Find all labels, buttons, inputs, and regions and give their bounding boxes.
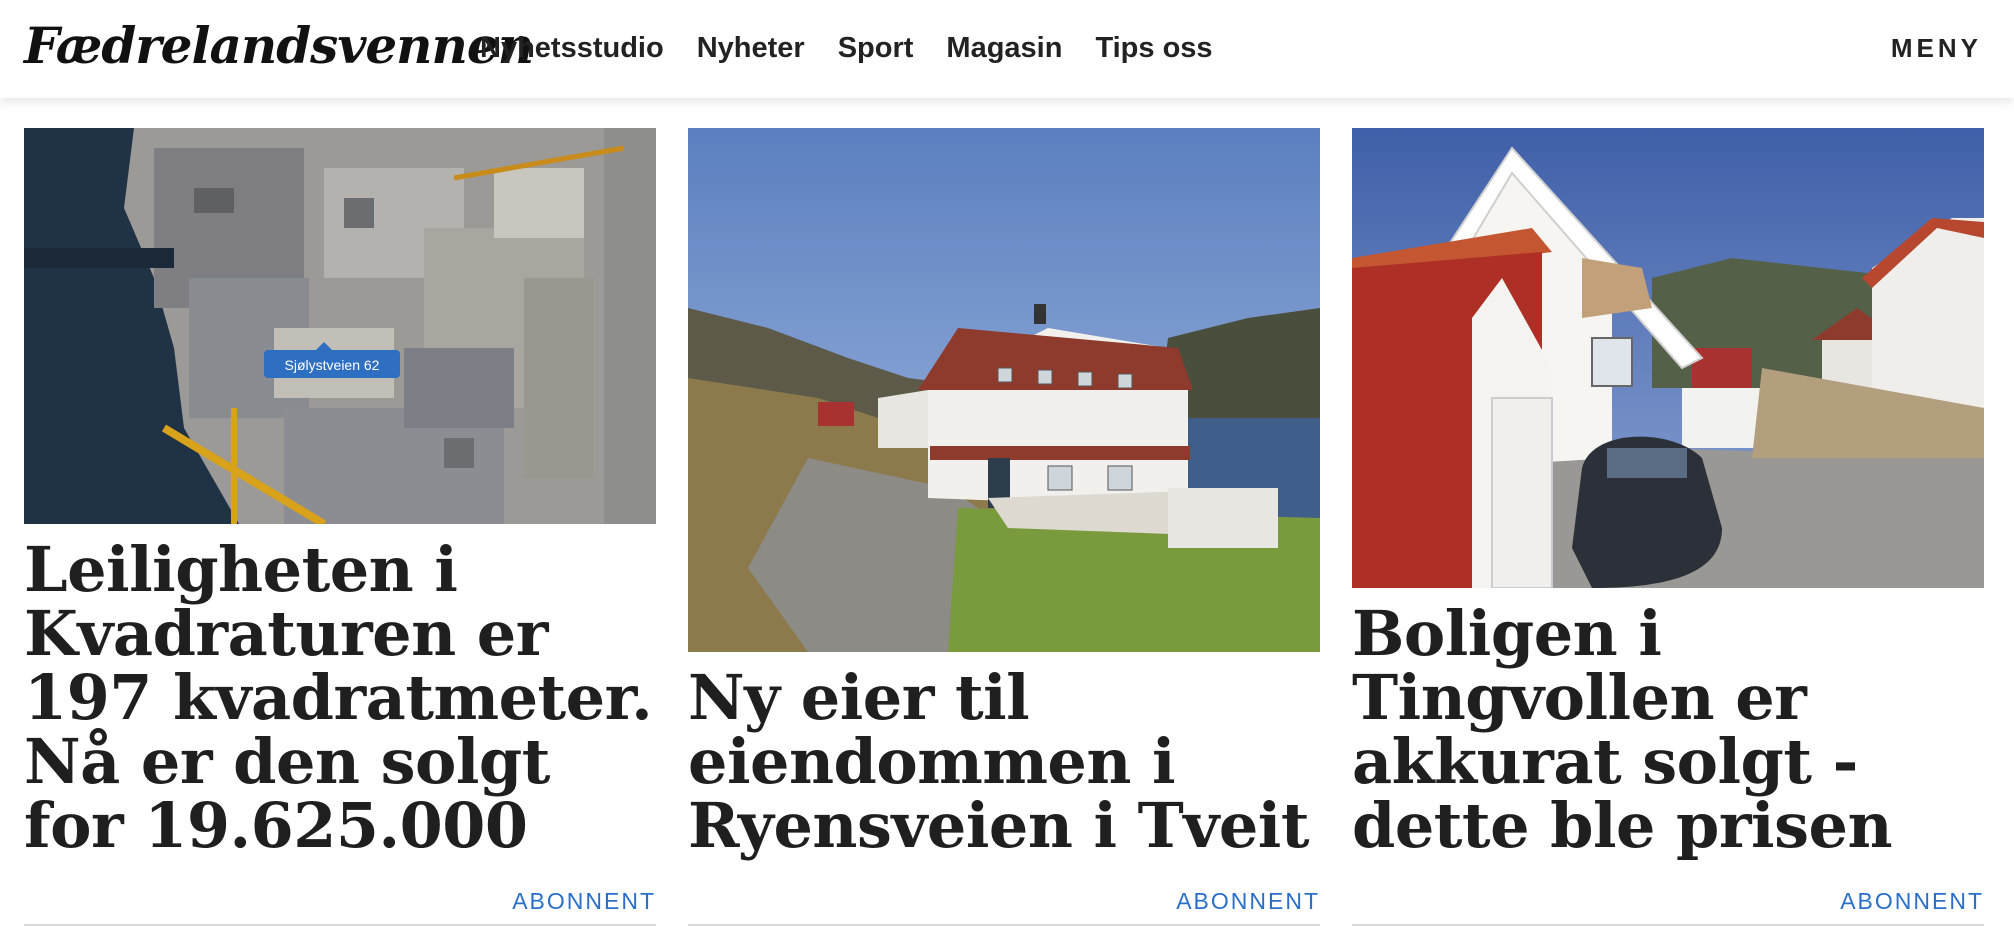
- nav-item-magasin[interactable]: Magasin: [946, 26, 1062, 70]
- article-image[interactable]: [688, 128, 1320, 652]
- nav-item-sport[interactable]: Sport: [838, 26, 914, 70]
- nav-item-tips-oss[interactable]: Tips oss: [1095, 26, 1212, 70]
- article-card[interactable]: Sjølystveien 62 Leiligheten i Kvadrature…: [24, 128, 656, 932]
- house-street-photo-image: [1352, 128, 1984, 588]
- subscriber-badge: ABONNENT: [1176, 888, 1320, 914]
- aerial-map-image: Sjølystveien 62: [24, 128, 656, 524]
- map-address-label: Sjølystveien 62: [285, 357, 380, 373]
- nav-item-nyheter[interactable]: Nyheter: [697, 26, 805, 70]
- menu-button[interactable]: MENY: [1891, 30, 1982, 66]
- article-image[interactable]: [1352, 128, 1984, 588]
- article-card[interactable]: Boligen i Tingvollen er akkurat solgt - …: [1352, 128, 1984, 932]
- article-title[interactable]: Leiligheten i Kvadraturen er 197 kvadrat…: [24, 538, 656, 858]
- subscriber-badge: ABONNENT: [512, 888, 656, 914]
- main-nav: Nyhetsstudio Nyheter Sport Magasin Tips …: [480, 26, 1213, 70]
- divider: [24, 924, 656, 926]
- article-card[interactable]: Ny eier til eiendommen i Ryensveien i Tv…: [688, 128, 1320, 932]
- house-photo-image: [688, 128, 1320, 652]
- nav-item-nyhetsstudio[interactable]: Nyhetsstudio: [480, 26, 664, 70]
- article-title[interactable]: Boligen i Tingvollen er akkurat solgt - …: [1352, 602, 1984, 858]
- site-header: Fædrelandsvennen Nyhetsstudio Nyheter Sp…: [0, 0, 2014, 98]
- divider: [1352, 924, 1984, 926]
- article-image[interactable]: Sjølystveien 62: [24, 128, 656, 524]
- site-logo[interactable]: Fædrelandsvennen: [24, 14, 534, 78]
- subscriber-badge: ABONNENT: [1840, 888, 1984, 914]
- divider: [688, 924, 1320, 926]
- article-title[interactable]: Ny eier til eiendommen i Ryensveien i Tv…: [688, 666, 1320, 858]
